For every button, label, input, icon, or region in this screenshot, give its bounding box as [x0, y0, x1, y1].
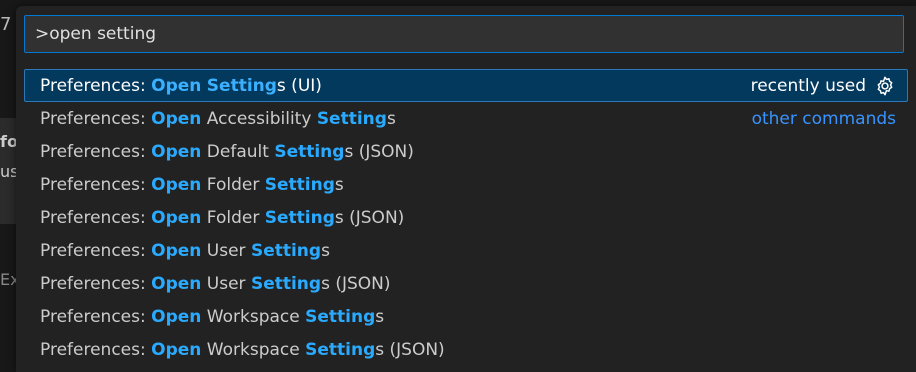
match-highlight: Open: [151, 306, 202, 327]
match-highlight: Open: [151, 174, 202, 195]
command-text: s (UI): [276, 75, 322, 96]
command-item[interactable]: Preferences: Open Accessibility Settings…: [24, 102, 908, 135]
command-category: Preferences:: [40, 108, 152, 129]
command-category: Preferences:: [40, 174, 152, 195]
command-category: Preferences:: [40, 240, 152, 261]
command-text: User: [201, 273, 251, 294]
command-item[interactable]: Preferences: Open User Settings (JSON): [24, 267, 908, 300]
match-highlight: Setting: [250, 273, 322, 294]
command-search-input[interactable]: >open setting: [24, 15, 904, 53]
match-highlight: Open: [151, 207, 202, 228]
match-highlight: Open: [151, 339, 202, 360]
command-text: Accessibility: [201, 108, 317, 129]
command-label: Preferences: Open User Settings: [40, 241, 330, 261]
command-label: Preferences: Open Folder Settings: [40, 175, 344, 195]
command-text: s (JSON): [375, 339, 445, 360]
command-category: Preferences:: [40, 339, 152, 360]
command-group-label: recently used: [751, 69, 896, 102]
command-category: Preferences:: [40, 141, 152, 162]
command-text: Workspace: [201, 339, 306, 360]
command-text: User: [201, 240, 251, 261]
match-highlight: Open: [151, 240, 202, 261]
command-list: Preferences: Open Settings (UI) recently …: [24, 69, 908, 366]
command-item[interactable]: Preferences: Open Default Settings (JSON…: [24, 135, 908, 168]
command-text: Folder: [201, 207, 265, 228]
command-label: Preferences: Open User Settings (JSON): [40, 274, 391, 294]
match-highlight: Setting: [274, 141, 345, 162]
match-highlight: Open: [151, 273, 202, 294]
command-item[interactable]: Preferences: Open User Settings: [24, 234, 908, 267]
command-label: Preferences: Open Folder Settings (JSON): [40, 208, 404, 228]
command-item[interactable]: Preferences: Open Workspace Settings: [24, 300, 908, 333]
command-category: Preferences:: [40, 273, 152, 294]
filter-fragment: 7: [0, 14, 12, 35]
command-text: s (JSON): [321, 273, 391, 294]
command-text: s: [321, 240, 330, 261]
match-highlight: Setting: [264, 174, 335, 195]
command-text: s: [375, 306, 385, 327]
command-label: Preferences: Open Workspace Settings: [40, 307, 384, 327]
match-highlight: Setting: [206, 75, 277, 96]
command-text: s: [386, 108, 396, 129]
other-commands-label: other commands: [751, 108, 896, 129]
command-text: Folder: [201, 174, 265, 195]
recently-used-label: recently used: [750, 75, 866, 96]
command-label: Preferences: Open Default Settings (JSON…: [40, 142, 414, 162]
match-highlight: Setting: [250, 240, 322, 261]
command-palette: >open setting Preferences: Open Settings…: [16, 6, 916, 372]
command-item[interactable]: Preferences: Open Workspace Settings (JS…: [24, 333, 908, 366]
command-category: Preferences:: [40, 207, 152, 228]
command-text: s (JSON): [334, 207, 405, 228]
match-highlight: Setting: [305, 306, 376, 327]
match-highlight: Setting: [305, 339, 376, 360]
match-highlight: Open: [151, 75, 202, 96]
command-label: Preferences: Open Workspace Settings (JS…: [40, 340, 445, 360]
command-label: Preferences: Open Accessibility Settings: [40, 109, 396, 129]
command-item[interactable]: Preferences: Open Settings (UI) recently …: [24, 69, 908, 102]
command-category: Preferences:: [40, 306, 152, 327]
command-category: Preferences:: [40, 75, 152, 96]
command-label: Preferences: Open Settings (UI): [40, 76, 322, 96]
command-text: s (JSON): [344, 141, 414, 162]
command-text: Workspace: [201, 306, 306, 327]
command-item[interactable]: Preferences: Open Folder Settings (JSON): [24, 201, 908, 234]
match-highlight: Setting: [264, 207, 335, 228]
match-highlight: Open: [151, 141, 202, 162]
command-text: s: [334, 174, 344, 195]
match-highlight: Open: [151, 108, 202, 129]
match-highlight: Setting: [316, 108, 387, 129]
command-text: Default: [201, 141, 275, 162]
command-group-label: other commands: [752, 102, 896, 135]
gear-icon[interactable]: [874, 75, 896, 97]
command-item[interactable]: Preferences: Open Folder Settings: [24, 168, 908, 201]
